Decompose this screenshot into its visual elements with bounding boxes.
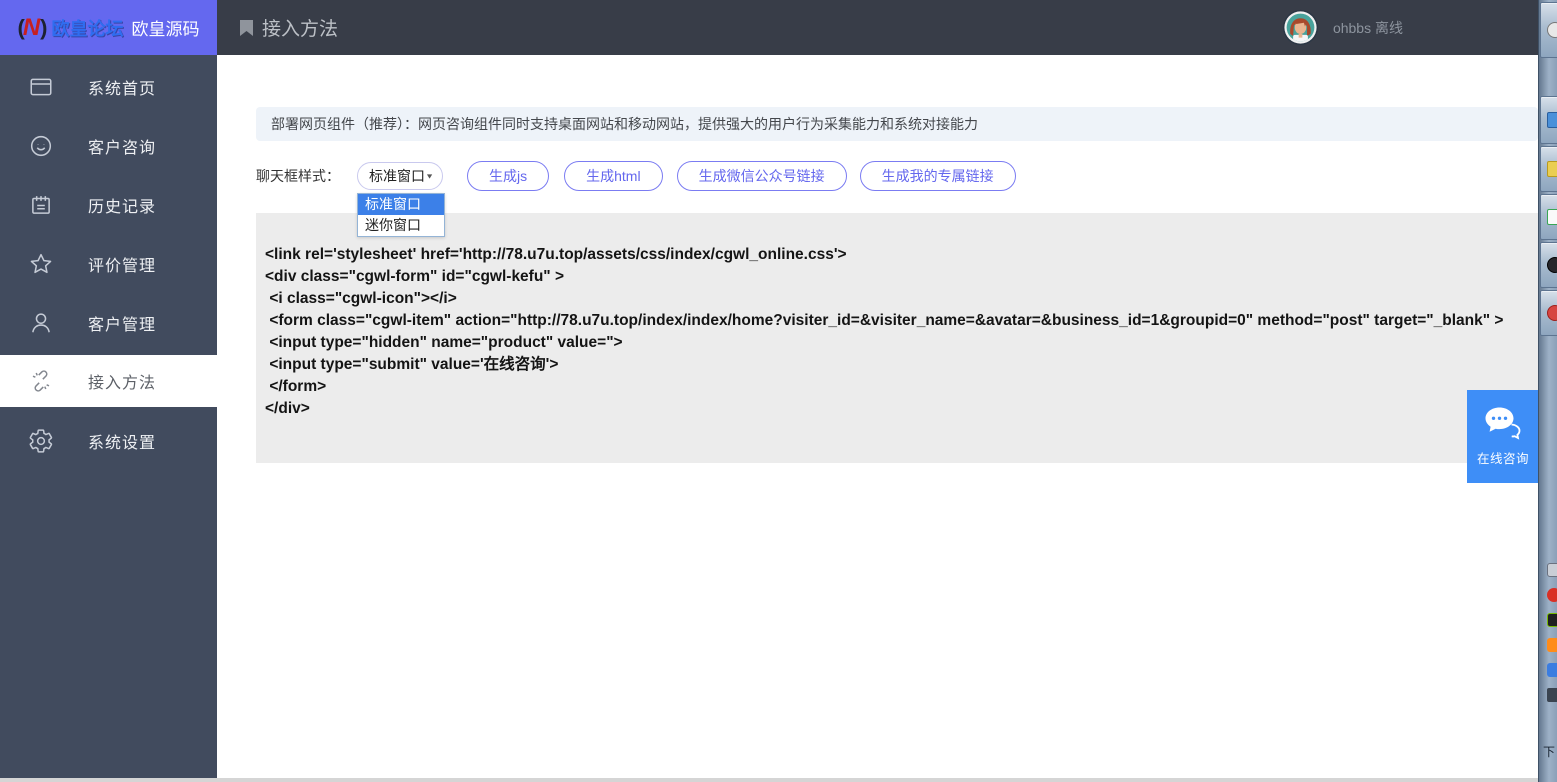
flame-tray-icon[interactable] — [1547, 638, 1557, 652]
sidebar-item-label: 接入方法 — [88, 369, 156, 393]
bottom-scrollbar[interactable] — [0, 778, 1538, 782]
nvidia-tray-icon[interactable] — [1547, 613, 1557, 627]
logo[interactable]: (N) 欧皇论坛 欧皇源码 — [0, 0, 217, 55]
online-consult-button[interactable]: 在线咨询 — [1467, 390, 1539, 483]
top-header: (N) 欧皇论坛 欧皇源码 接入方法 — [0, 0, 1538, 55]
sidebar-item-label: 评价管理 — [88, 252, 156, 276]
sidebar-item-label: 客户管理 — [88, 311, 156, 335]
taskbar-clock[interactable]: 下 — [1543, 743, 1555, 760]
logo-paren-right: ) — [40, 15, 45, 41]
generate-wechat-link-button[interactable]: 生成微信公众号链接 — [677, 161, 847, 191]
taskbar-item[interactable] — [1540, 290, 1557, 336]
info-banner: 部署网页组件（推荐）：网页咨询组件同时支持桌面网站和移动网站，提供强大的用户行为… — [256, 107, 1538, 141]
sidebar-item-history[interactable]: 历史记录 — [0, 175, 217, 234]
windows-taskbar: 下 — [1538, 0, 1557, 782]
taskbar-item[interactable] — [1540, 194, 1557, 240]
app-icon — [1547, 112, 1557, 128]
select-option-standard[interactable]: 标准窗口 — [358, 194, 444, 215]
sidebar-item-label: 客户咨询 — [88, 134, 156, 158]
controls-row: 聊天框样式： 标准窗口 ▼ 标准窗口 迷你窗口 生成js 生成html 生成微信… — [256, 161, 1538, 191]
sidebar-item-access-method[interactable]: 接入方法 — [0, 355, 217, 407]
folder-icon — [1547, 161, 1557, 177]
sidebar-item-rating[interactable]: 评价管理 — [0, 234, 217, 293]
select-option-mini[interactable]: 迷你窗口 — [358, 215, 444, 236]
speaker-tray-icon[interactable] — [1547, 688, 1557, 702]
bookmark-icon — [239, 19, 254, 37]
embed-code-block: <link rel='stylesheet' href='http://78.u… — [256, 213, 1538, 463]
star-icon — [28, 251, 54, 277]
chat-style-select-wrap: 标准窗口 ▼ 标准窗口 迷你窗口 — [357, 162, 443, 190]
broken-link-icon — [28, 368, 54, 394]
app-icon — [1547, 257, 1557, 273]
smiley-icon — [28, 133, 54, 159]
sidebar-menu: 系统首页 客户咨询 历史记录 评价管理 客户管理 — [0, 55, 217, 470]
user-menu[interactable]: ohbbs 离线 — [1282, 9, 1403, 46]
username-status: ohbbs 离线 — [1333, 18, 1403, 38]
page-title: 接入方法 — [262, 14, 338, 41]
gear-icon — [28, 428, 54, 454]
taskbar-item[interactable] — [1540, 2, 1557, 58]
taskbar-item[interactable] — [1540, 242, 1557, 288]
chat-style-select[interactable]: 标准窗口 ▼ — [357, 162, 443, 190]
main-content: 部署网页组件（推荐）：网页咨询组件同时支持桌面网站和移动网站，提供强大的用户行为… — [217, 55, 1538, 782]
chat-style-label: 聊天框样式： — [256, 166, 340, 186]
chevron-down-icon: ▼ — [425, 172, 434, 180]
sidebar: 系统首页 客户咨询 历史记录 评价管理 客户管理 — [0, 55, 217, 782]
sidebar-item-settings[interactable]: 系统设置 — [0, 411, 217, 470]
usb-tray-icon[interactable] — [1547, 563, 1557, 577]
breadcrumb: 接入方法 — [239, 14, 338, 41]
taskbar-item[interactable] — [1540, 146, 1557, 192]
generate-html-button[interactable]: 生成html — [564, 161, 662, 191]
generate-js-button[interactable]: 生成js — [467, 161, 549, 191]
notepad-icon — [1547, 209, 1557, 225]
sidebar-item-label: 系统首页 — [88, 75, 156, 99]
online-consult-label: 在线咨询 — [1477, 448, 1529, 467]
app-icon — [1547, 305, 1557, 321]
baidu-tray-icon[interactable] — [1547, 663, 1557, 677]
select-value: 标准窗口 — [369, 166, 425, 186]
avatar[interactable] — [1282, 9, 1319, 46]
app-icon — [1547, 22, 1557, 38]
sidebar-item-label: 系统设置 — [88, 429, 156, 453]
logo-brand-text: 欧皇源码 — [132, 15, 200, 40]
chat-bubble-icon — [1484, 406, 1522, 440]
logo-mark: (N) — [18, 14, 46, 42]
notebook-icon — [28, 192, 54, 218]
user-icon — [28, 310, 54, 336]
sidebar-item-consult[interactable]: 客户咨询 — [0, 116, 217, 175]
sidebar-item-label: 历史记录 — [88, 193, 156, 217]
generate-exclusive-link-button[interactable]: 生成我的专属链接 — [860, 161, 1016, 191]
sidebar-item-home[interactable]: 系统首页 — [0, 57, 217, 116]
sidebar-item-customers[interactable]: 客户管理 — [0, 293, 217, 352]
logo-n: N — [23, 14, 40, 42]
window-icon — [28, 74, 54, 100]
logo-forum-text: 欧皇论坛 — [52, 15, 124, 41]
select-dropdown-list: 标准窗口 迷你窗口 — [357, 193, 445, 237]
music-tray-icon[interactable] — [1547, 588, 1557, 602]
taskbar-item[interactable] — [1540, 96, 1557, 144]
